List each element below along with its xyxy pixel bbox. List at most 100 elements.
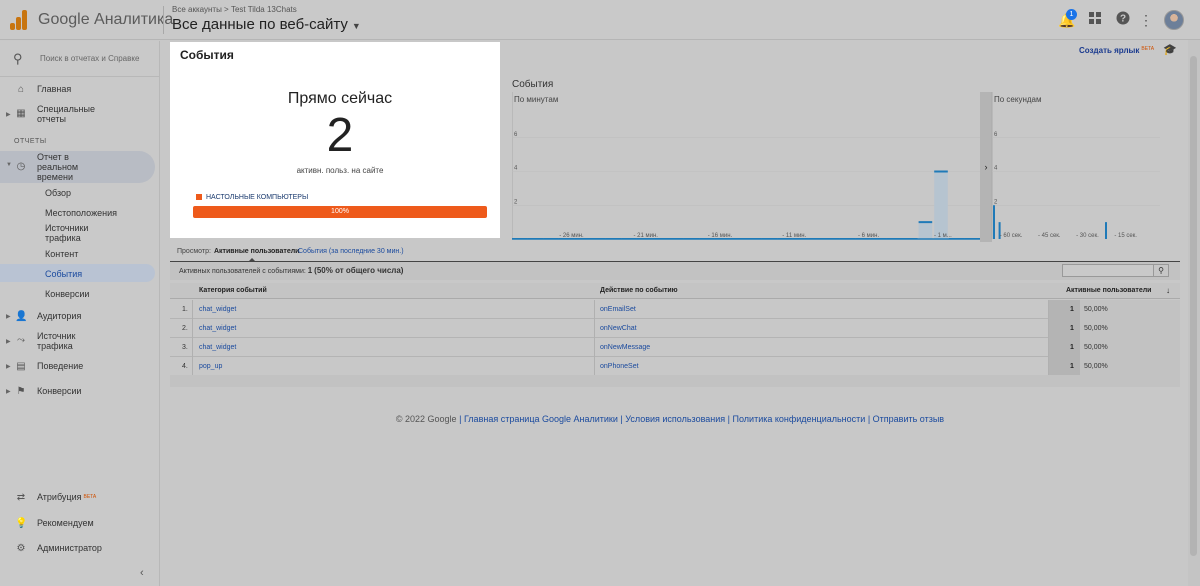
search-icon: ⚲ [13, 51, 23, 66]
sidebar-item-label: Конверсии [37, 386, 82, 396]
event-category-link[interactable]: chat_widget [199, 325, 236, 332]
expand-arrow-icon: ▶ [6, 112, 11, 118]
dashboard-icon: ▦ [16, 108, 26, 119]
value-cell-bg [1048, 319, 1080, 338]
sidebar-item-home[interactable]: ⌂ Главная [0, 84, 160, 98]
sidebar-subitem-events[interactable]: События [45, 269, 82, 279]
footer-link-terms[interactable]: Условия использования [625, 414, 725, 424]
flag-icon: ⚑ [16, 386, 26, 397]
more-vert-icon[interactable]: ⋮ [1137, 11, 1155, 29]
sidebar-item-acquisition[interactable]: ▶ ⤳ Источник трафика [0, 331, 160, 353]
event-action-link[interactable]: onNewChat [600, 325, 637, 332]
sidebar-subitem-traffic-sources[interactable]: Источники трафика [45, 223, 88, 243]
collapse-sidebar-icon[interactable]: ‹ [140, 567, 144, 579]
gear-icon: ⚙ [16, 543, 26, 554]
event-category-link[interactable]: chat_widget [199, 306, 236, 313]
sidebar-item-label: Специальные отчеты [37, 104, 95, 124]
chart-bar [934, 171, 948, 239]
breadcrumb[interactable]: Все аккаунты > Test Tilda 13Chats [172, 5, 297, 14]
sidebar-search[interactable]: ⚲ Поиск в отчетах и Справке [0, 41, 160, 77]
cell-divider [594, 357, 595, 376]
table-search-input[interactable] [1062, 264, 1154, 277]
create-shortcut-label: Создать ярлык [1079, 46, 1140, 55]
cell-divider [192, 319, 193, 338]
active-users-percent: 50,00% [1084, 363, 1108, 370]
clock-icon: ◷ [16, 161, 26, 172]
footer-link-privacy[interactable]: Политика конфиденциальности [733, 414, 866, 424]
column-header-active-users[interactable]: Активные пользователи [1066, 287, 1151, 294]
value-cell-bg [1048, 300, 1080, 319]
view-selector[interactable]: Все данные по веб-сайту ▼ [172, 16, 361, 33]
event-category-link[interactable]: chat_widget [199, 344, 236, 351]
sort-down-icon[interactable]: ↓ [1166, 286, 1170, 295]
cell-divider [192, 300, 193, 319]
cell-divider [1048, 338, 1049, 357]
top-header: Google Аналитика Все аккаунты > Test Til… [0, 0, 1200, 40]
table-row[interactable]: 2. chat_widget onNewChat 1 50,00% [170, 319, 1180, 338]
x-tick-label: - 45 сек. [1038, 233, 1061, 239]
legend-swatch [196, 194, 202, 200]
footer-link-home[interactable]: Главная страница Google Аналитики [464, 414, 618, 424]
active-users-value: 1 [1070, 363, 1074, 370]
active-users-percent: 50,00% [1084, 325, 1108, 332]
help-icon[interactable]: ? [1114, 11, 1132, 29]
search-icon[interactable]: ⚲ [1153, 264, 1169, 277]
cell-divider [1048, 319, 1049, 338]
sidebar-item-conversions[interactable]: ▶ ⚑ Конверсии [0, 386, 160, 400]
footer-link-feedback[interactable]: Отправить отзыв [873, 414, 944, 424]
event-action-link[interactable]: onNewMessage [600, 344, 650, 351]
attribution-label: Атрибуция [37, 492, 82, 502]
sidebar-subitem-overview[interactable]: Обзор [45, 188, 71, 198]
sidebar-item-recommendations[interactable]: 💡 Рекомендуем [0, 518, 160, 532]
active-users-value: 1 [1070, 344, 1074, 351]
event-action-link[interactable]: onEmailSet [600, 306, 636, 313]
create-shortcut-link[interactable]: Создать ярлык BETA [1079, 46, 1154, 55]
cell-divider [1048, 300, 1049, 319]
active-users-count: 2 [326, 109, 354, 162]
table-row[interactable]: 1. chat_widget onEmailSet 1 50,00% [170, 300, 1180, 319]
x-tick-label: - 6 мин. [858, 233, 879, 239]
sidebar-item-admin[interactable]: ⚙ Администратор [0, 543, 160, 557]
sidebar-item-realtime[interactable]: ▼ ◷ Отчет в реальном времени [0, 152, 160, 184]
sidebar-subitem-locations[interactable]: Местоположения [45, 208, 117, 218]
device-legend-label: НАСТОЛЬНЫЕ КОМПЬЮТЕРЫ [206, 194, 309, 201]
apps-grid-icon[interactable] [1086, 11, 1104, 29]
realtime-chart: › По минутам 2 4 6 - 26 мин. - 21 мин. - 16 мин… [512, 92, 1160, 242]
sidebar-item-attribution[interactable]: ⇄ Атрибуция BETA [0, 492, 160, 506]
table-row[interactable]: 4. pop_up onPhoneSet 1 50,00% [170, 357, 1180, 376]
row-number: 4. [182, 363, 188, 370]
behavior-icon: ▤ [16, 361, 26, 372]
active-users-card: События Прямо сейчас 2 активн. польз. на… [170, 42, 500, 238]
panel-title: По минутам [514, 95, 558, 104]
account-avatar[interactable] [1164, 10, 1184, 30]
table-footer [170, 375, 1180, 387]
sidebar-subitem-content[interactable]: Контент [45, 249, 78, 259]
tab-active-users[interactable]: Активные пользователи [214, 248, 299, 255]
acquisition-icon: ⤳ [17, 335, 25, 346]
graduation-cap-icon[interactable]: 🎓 [1163, 43, 1177, 56]
cell-divider [594, 319, 595, 338]
column-header-category[interactable]: Категория событий [199, 287, 267, 294]
beta-badge: BETA [1141, 46, 1155, 52]
scrollbar-thumb[interactable] [1190, 56, 1197, 556]
tab-events-30min[interactable]: События (за последние 30 мин.) [298, 248, 404, 255]
event-action-link[interactable]: onPhoneSet [600, 363, 639, 370]
x-tick-label: - 21 мин. [633, 233, 658, 239]
sidebar-item-behavior[interactable]: ▶ ▤ Поведение [0, 361, 160, 375]
sidebar-item-audience[interactable]: ▶ 👤 Аудитория [0, 311, 160, 325]
sidebar-item-label: Рекомендуем [37, 518, 94, 528]
chevron-right-icon: › [985, 162, 988, 172]
app-logo-text[interactable]: Google Аналитика [38, 11, 173, 29]
analytics-logo-icon[interactable] [10, 10, 28, 30]
chart-bar [993, 205, 995, 239]
y-tick-label: 2 [994, 199, 998, 205]
view-title: Все данные по веб-сайту [172, 16, 348, 33]
table-row[interactable]: 3. chat_widget onNewMessage 1 50,00% [170, 338, 1180, 357]
sidebar-subitem-conversions[interactable]: Конверсии [45, 289, 89, 299]
expand-arrow-icon: ▶ [6, 314, 11, 320]
sidebar-item-custom-reports[interactable]: ▶ ▦ Специальные отчеты [0, 104, 160, 126]
sidebar-item-label: Аудитория [37, 311, 82, 321]
event-category-link[interactable]: pop_up [199, 363, 222, 370]
summary-prefix: Активных пользователей с событиями: [179, 268, 306, 275]
column-header-action[interactable]: Действие по событию [600, 287, 678, 294]
